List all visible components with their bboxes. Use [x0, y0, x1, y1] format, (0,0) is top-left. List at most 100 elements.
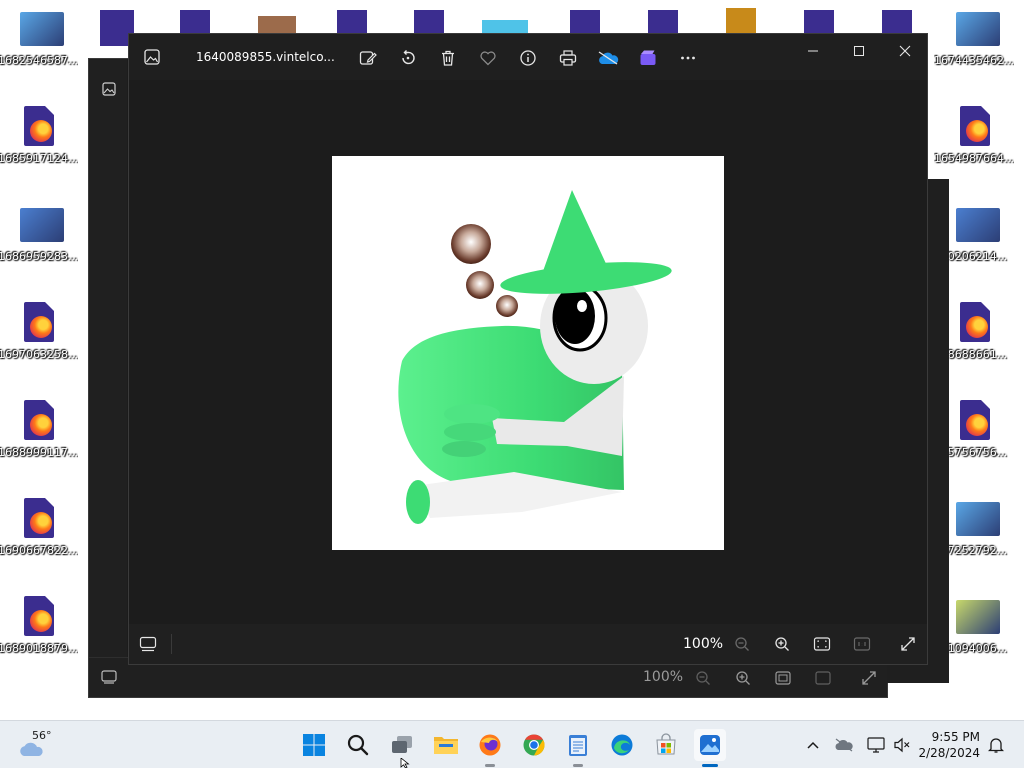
close-button[interactable]	[885, 40, 925, 62]
taskbar-microsoft-store[interactable]	[650, 729, 682, 761]
actual-size-button[interactable]	[851, 633, 873, 655]
active-app-indicator	[702, 764, 718, 767]
photos-window[interactable]: 1640089855.vintelco... 100%	[128, 33, 928, 665]
taskbar-edge[interactable]	[606, 729, 638, 761]
cloud-weather-icon	[20, 742, 43, 756]
desktop-icon-label: 1689018879...	[0, 642, 78, 655]
task-view-button[interactable]	[386, 729, 418, 761]
zoom-in-icon	[775, 637, 789, 651]
tray-volume[interactable]	[892, 735, 912, 755]
fullscreen-icon[interactable]	[861, 670, 877, 686]
taskbar-chrome[interactable]	[518, 729, 550, 761]
rotate-button[interactable]	[396, 46, 420, 70]
onedrive-offline-icon	[835, 738, 853, 752]
fit-to-window-button[interactable]	[811, 633, 833, 655]
gallery-icon[interactable]	[102, 82, 116, 96]
bell-icon	[988, 738, 1004, 753]
folder-icon	[434, 737, 458, 754]
clipchamp-button[interactable]	[636, 46, 660, 70]
back-zoom-level: 100%	[643, 669, 684, 685]
desktop-icon[interactable]: 1689018879...	[0, 596, 78, 655]
desktop-icon[interactable]: 1697063258...	[0, 302, 78, 361]
desktop-icon[interactable]: 1688999117...	[0, 400, 78, 459]
firefox-document-icon	[956, 106, 992, 148]
gallery-icon[interactable]	[143, 48, 161, 66]
photos-title-bar[interactable]: 1640089855.vintelco...	[129, 34, 927, 80]
desktop-icon[interactable]: 1686959283...	[0, 204, 78, 263]
search-button[interactable]	[342, 729, 374, 761]
desktop-icon[interactable]: 1654987664...	[934, 106, 1014, 165]
taskbar-file-explorer[interactable]	[430, 729, 462, 761]
image-file-icon	[956, 8, 1000, 50]
edit-image-button[interactable]	[356, 46, 380, 70]
start-button[interactable]	[298, 729, 330, 761]
image-file-icon	[956, 596, 1000, 638]
firefox-document-icon	[956, 302, 992, 344]
chevron-up-icon	[807, 741, 819, 749]
maximize-icon	[854, 46, 864, 56]
maximize-button[interactable]	[839, 40, 879, 62]
running-indicator	[573, 764, 583, 767]
firefox-document-icon	[20, 498, 56, 540]
print-button[interactable]	[556, 46, 580, 70]
network-monitor-icon	[867, 737, 885, 753]
image-file-icon	[956, 498, 1000, 540]
back-window-sidebar	[89, 59, 127, 697]
desktop-icon-label: 1654987664...	[934, 152, 1014, 165]
edge-icon	[611, 734, 633, 756]
desktop-icon[interactable]: 1685917124...	[0, 106, 78, 165]
firefox-document-icon	[956, 400, 992, 442]
zoom-in-icon[interactable]	[735, 670, 751, 686]
windows-logo-icon	[303, 734, 325, 756]
close-icon	[899, 45, 911, 57]
zoom-out-button[interactable]	[731, 633, 753, 655]
filmstrip-icon[interactable]	[101, 670, 117, 684]
image-file-icon	[20, 204, 64, 246]
weather-temperature: 56°	[32, 729, 52, 742]
desktop-icon-label: 1685917124...	[0, 152, 78, 165]
zoom-out-icon[interactable]	[695, 670, 711, 686]
tray-network[interactable]	[866, 735, 886, 755]
minimize-button[interactable]	[793, 40, 833, 62]
weather-widget[interactable]: 56°	[18, 729, 58, 761]
rotate-icon	[402, 50, 415, 65]
firefox-document-icon	[20, 302, 56, 344]
delete-button[interactable]	[436, 46, 460, 70]
firefox-document-icon	[20, 596, 56, 638]
actual-size-icon[interactable]	[815, 670, 831, 686]
fit-to-window-icon[interactable]	[775, 670, 791, 686]
more-options-button[interactable]	[676, 46, 700, 70]
more-icon	[681, 56, 695, 60]
desktop-icon-label: 1697063258...	[0, 348, 78, 361]
photo-viewer-image[interactable]	[332, 156, 724, 550]
favorite-button[interactable]	[476, 46, 500, 70]
favorite-icon	[480, 51, 496, 66]
minimize-icon	[808, 50, 818, 52]
tray-onedrive[interactable]	[834, 735, 854, 755]
info-button[interactable]	[516, 46, 540, 70]
search-icon	[347, 734, 369, 756]
zoom-level: 100%	[683, 636, 724, 652]
desktop-icon-label: 1674435462...	[934, 54, 1014, 67]
taskbar-photos[interactable]	[694, 729, 726, 767]
desktop-icon-label: 1690667822...	[0, 544, 78, 557]
system-clock[interactable]: 9:55 PM 2/28/2024	[918, 729, 980, 761]
notifications-button[interactable]	[986, 735, 1006, 755]
clipchamp-icon	[640, 50, 656, 65]
filmstrip-toggle-button[interactable]	[137, 633, 159, 655]
desktop-icon[interactable]: 1682546587...	[0, 8, 78, 67]
zoom-in-button[interactable]	[771, 633, 793, 655]
desktop-icon[interactable]: 1674435462...	[934, 8, 1014, 67]
taskbar-notepad[interactable]	[562, 729, 594, 767]
firefox-document-icon	[20, 106, 56, 148]
fullscreen-button[interactable]	[897, 633, 919, 655]
desktop-icon[interactable]: 1690667822...	[0, 498, 78, 557]
print-icon	[559, 50, 577, 66]
edit-image-icon	[359, 51, 377, 65]
onedrive-button[interactable]	[596, 46, 620, 70]
show-hidden-icons-button[interactable]	[803, 735, 823, 755]
taskbar-firefox[interactable]	[474, 729, 506, 767]
image-file-icon	[20, 8, 64, 50]
info-icon	[520, 50, 536, 66]
zoom-out-icon	[735, 637, 749, 651]
